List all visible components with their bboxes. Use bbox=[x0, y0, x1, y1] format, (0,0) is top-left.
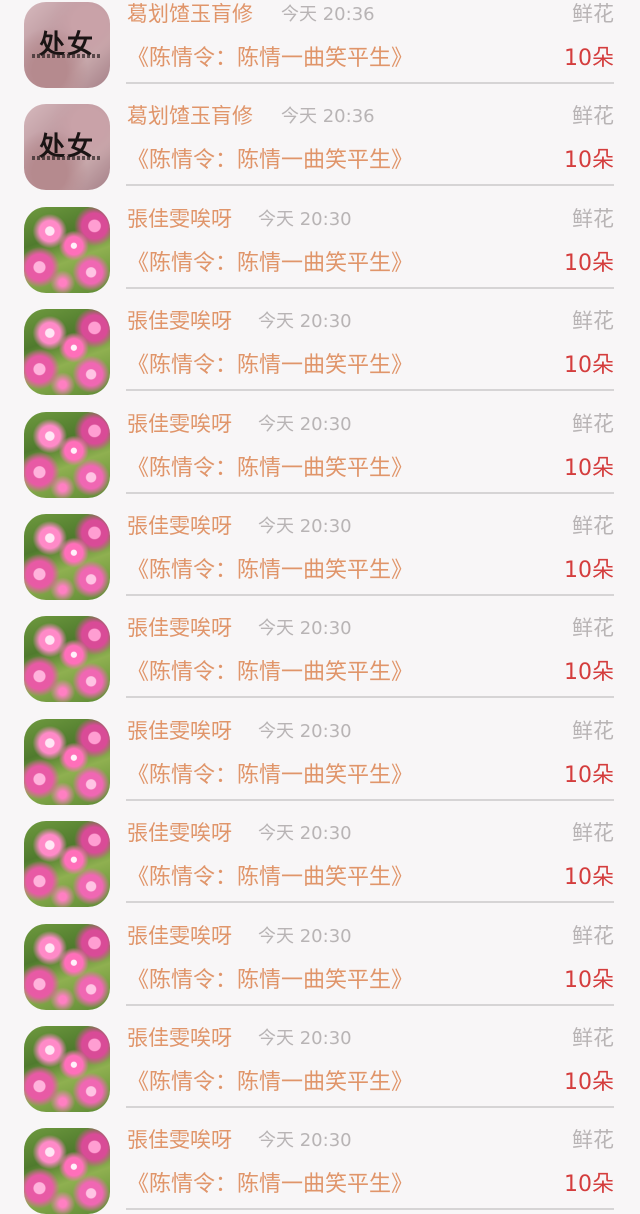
user-name[interactable]: 葛划馇玉肓修 bbox=[127, 0, 253, 28]
song-title[interactable]: 《陈情令：陈情一曲笑平生》 bbox=[127, 757, 413, 789]
gift-time: 今天 20:30 bbox=[258, 311, 352, 333]
gift-type: 鲜花 bbox=[572, 923, 614, 948]
row-divider bbox=[126, 901, 614, 904]
user-avatar[interactable] bbox=[24, 821, 110, 908]
gift-type: 鲜花 bbox=[572, 616, 614, 641]
gift-record-row[interactable]: 張佳雯唉呀 今天 20:30 鲜花 《陈情令：陈情一曲笑平生》 10朵 bbox=[0, 598, 640, 703]
avatar-caption-decoration bbox=[32, 156, 102, 161]
row-divider bbox=[126, 798, 614, 801]
gift-count: 10朵 bbox=[564, 148, 614, 174]
user-name[interactable]: 張佳雯唉呀 bbox=[127, 408, 232, 438]
user-avatar[interactable]: 处女 bbox=[24, 104, 110, 191]
user-avatar[interactable] bbox=[24, 923, 110, 1010]
row-divider bbox=[126, 491, 614, 494]
song-title[interactable]: 《陈情令：陈情一曲笑平生》 bbox=[127, 347, 413, 379]
gift-count: 10朵 bbox=[564, 762, 614, 788]
gift-count: 10朵 bbox=[564, 353, 614, 379]
gift-record-row[interactable]: 張佳雯唉呀 今天 20:30 鲜花 《陈情令：陈情一曲笑平生》 10朵 bbox=[0, 906, 640, 1010]
gift-count: 10朵 bbox=[564, 46, 614, 71]
song-title[interactable]: 《陈情令：陈情一曲笑平生》 bbox=[127, 245, 413, 277]
gift-type: 鲜花 bbox=[572, 1128, 614, 1153]
user-name[interactable]: 張佳雯唉呀 bbox=[127, 1124, 232, 1154]
song-title[interactable]: 《陈情令：陈情一曲笑平生》 bbox=[127, 654, 413, 686]
gift-record-row[interactable]: 張佳雯唉呀 今天 20:30 鲜花 《陈情令：陈情一曲笑平生》 10朵 bbox=[0, 394, 640, 498]
user-name[interactable]: 張佳雯唉呀 bbox=[127, 920, 232, 950]
user-avatar[interactable] bbox=[24, 411, 110, 498]
gift-record-row[interactable]: 張佳雯唉呀 今天 20:30 鲜花 《陈情令：陈情一曲笑平生》 10朵 bbox=[0, 189, 640, 293]
gift-record-row[interactable]: 張佳雯唉呀 今天 20:30 鲜花 《陈情令：陈情一曲笑平生》 10朵 bbox=[0, 1008, 640, 1112]
gift-time: 今天 20:30 bbox=[258, 925, 352, 947]
user-avatar[interactable] bbox=[24, 1025, 110, 1112]
gift-time: 今天 20:30 bbox=[258, 413, 352, 435]
gift-count: 10朵 bbox=[564, 865, 614, 891]
user-name[interactable]: 張佳雯唉呀 bbox=[127, 305, 232, 335]
user-name[interactable]: 張佳雯唉呀 bbox=[127, 1022, 232, 1052]
gift-count: 10朵 bbox=[564, 967, 614, 993]
gift-record-row[interactable]: 張佳雯唉呀 今天 20:30 鲜花 《陈情令：陈情一曲笑平生》 10朵 bbox=[0, 701, 640, 805]
row-divider bbox=[126, 286, 614, 289]
gift-count: 10朵 bbox=[564, 557, 614, 583]
row-divider bbox=[126, 389, 614, 392]
row-divider bbox=[126, 1003, 614, 1006]
row-divider bbox=[126, 696, 614, 699]
gift-time: 今天 20:30 bbox=[258, 208, 352, 230]
user-name[interactable]: 張佳雯唉呀 bbox=[127, 203, 232, 233]
song-title[interactable]: 《陈情令：陈情一曲笑平生》 bbox=[127, 40, 413, 72]
song-title[interactable]: 《陈情令：陈情一曲笑平生》 bbox=[127, 962, 413, 994]
gift-type: 鲜花 bbox=[572, 513, 614, 538]
song-title[interactable]: 《陈情令：陈情一曲笑平生》 bbox=[127, 142, 413, 174]
row-divider bbox=[126, 1105, 614, 1108]
song-title[interactable]: 《陈情令：陈情一曲笑平生》 bbox=[127, 859, 413, 891]
user-avatar[interactable] bbox=[24, 513, 110, 600]
gift-type: 鲜花 bbox=[572, 411, 614, 436]
user-avatar[interactable] bbox=[24, 616, 110, 703]
gift-type: 鲜花 bbox=[572, 821, 614, 846]
gift-count: 10朵 bbox=[564, 1172, 614, 1198]
user-name[interactable]: 張佳雯唉呀 bbox=[127, 817, 232, 847]
user-avatar[interactable] bbox=[24, 718, 110, 805]
gift-count: 10朵 bbox=[564, 1069, 614, 1095]
gift-time: 今天 20:30 bbox=[258, 823, 352, 845]
gift-type: 鲜花 bbox=[572, 309, 614, 334]
user-name[interactable]: 張佳雯唉呀 bbox=[127, 612, 232, 642]
gift-record-row[interactable]: 張佳雯唉呀 今天 20:30 鲜花 《陈情令：陈情一曲笑平生》 10朵 bbox=[0, 803, 640, 908]
gift-record-row[interactable]: 处女 葛划馇玉肓修 今天 20:36 鲜花 《陈情令：陈情一曲笑平生》 10朵 bbox=[0, 86, 640, 191]
row-divider bbox=[126, 82, 614, 84]
user-avatar[interactable]: 处女 bbox=[24, 2, 110, 88]
avatar-caption-decoration bbox=[32, 54, 102, 58]
row-divider bbox=[126, 593, 614, 596]
gift-time: 今天 20:30 bbox=[258, 1027, 352, 1049]
gift-count: 10朵 bbox=[564, 660, 614, 686]
gift-type: 鲜花 bbox=[572, 206, 614, 231]
user-avatar[interactable] bbox=[24, 1128, 110, 1214]
song-title[interactable]: 《陈情令：陈情一曲笑平生》 bbox=[127, 1064, 413, 1096]
gift-type: 鲜花 bbox=[572, 104, 614, 129]
gift-type: 鲜花 bbox=[572, 718, 614, 743]
song-title[interactable]: 《陈情令：陈情一曲笑平生》 bbox=[127, 1166, 413, 1198]
gift-record-row[interactable]: 張佳雯唉呀 今天 20:30 鲜花 《陈情令：陈情一曲笑平生》 10朵 bbox=[0, 1110, 640, 1214]
gift-type: 鲜花 bbox=[572, 1025, 614, 1050]
user-avatar[interactable] bbox=[24, 206, 110, 293]
user-name[interactable]: 葛划馇玉肓修 bbox=[127, 100, 253, 130]
gift-record-row[interactable]: 張佳雯唉呀 今天 20:30 鲜花 《陈情令：陈情一曲笑平生》 10朵 bbox=[0, 496, 640, 600]
gift-time: 今天 20:30 bbox=[258, 618, 352, 640]
gift-time: 今天 20:36 bbox=[281, 4, 375, 25]
user-name[interactable]: 張佳雯唉呀 bbox=[127, 715, 232, 745]
gift-time: 今天 20:30 bbox=[258, 515, 352, 537]
gift-type: 鲜花 bbox=[572, 2, 614, 26]
gift-record-list: 处女 葛划馇玉肓修 今天 20:36 鲜花 《陈情令：陈情一曲笑平生》 10朵 … bbox=[0, 0, 640, 1214]
row-divider bbox=[126, 184, 614, 187]
gift-count: 10朵 bbox=[564, 250, 614, 276]
song-title[interactable]: 《陈情令：陈情一曲笑平生》 bbox=[127, 450, 413, 482]
user-name[interactable]: 張佳雯唉呀 bbox=[127, 510, 232, 540]
song-title[interactable]: 《陈情令：陈情一曲笑平生》 bbox=[127, 552, 413, 584]
gift-time: 今天 20:36 bbox=[281, 106, 375, 128]
gift-count: 10朵 bbox=[564, 455, 614, 481]
row-divider bbox=[126, 1208, 614, 1211]
gift-time: 今天 20:30 bbox=[258, 1130, 352, 1152]
gift-time: 今天 20:30 bbox=[258, 720, 352, 742]
gift-record-row[interactable]: 处女 葛划馇玉肓修 今天 20:36 鲜花 《陈情令：陈情一曲笑平生》 10朵 bbox=[0, 0, 640, 88]
user-avatar[interactable] bbox=[24, 309, 110, 396]
gift-record-row[interactable]: 張佳雯唉呀 今天 20:30 鲜花 《陈情令：陈情一曲笑平生》 10朵 bbox=[0, 291, 640, 396]
